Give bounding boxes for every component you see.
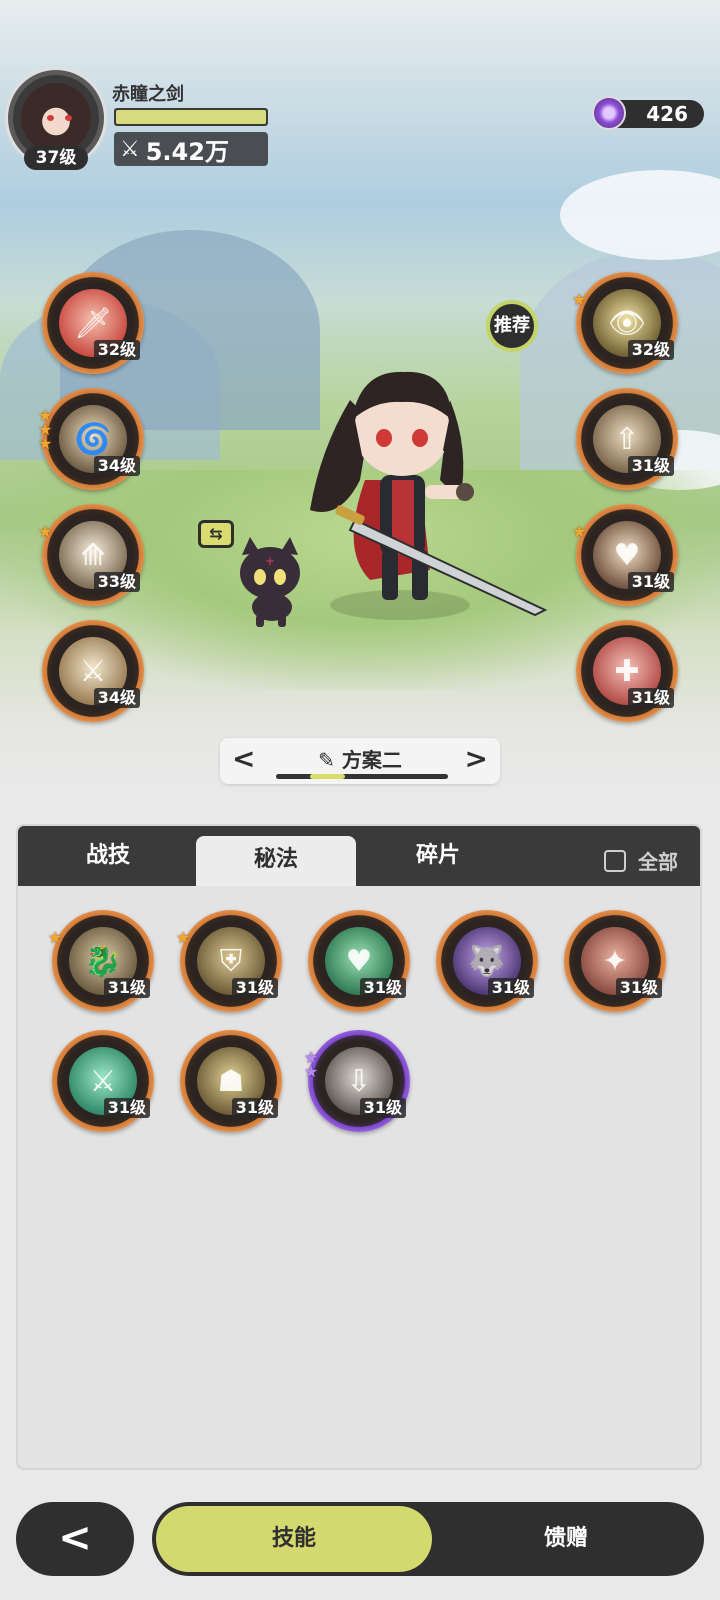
right-skill-slot[interactable]: ♥ 31级 ★ [572,504,678,606]
skill-level-label: 31级 [359,978,406,998]
left-skill-slot[interactable]: 🌀 34级 ★ ★ ★ [38,388,144,490]
show-all-checkbox[interactable] [604,849,626,872]
tab-gifts[interactable]: 馈赠 [432,1506,700,1572]
plan-name: 方案二 [341,748,402,772]
secret-skill-item[interactable]: ⛨ 31级 ★ [176,910,282,1012]
crystal-icon [592,96,626,130]
hero-character [310,371,548,617]
pet-cat[interactable]: + [228,535,312,631]
left-skill-slot[interactable]: 🗡 32级 [42,272,144,374]
secret-skill-item[interactable]: ⇩ 31级 ★ ★ [304,1030,410,1132]
plan-indicator-thumb [310,774,345,779]
skill-level-label: 31级 [231,1098,278,1118]
show-all-toggle[interactable]: 全部 [604,846,678,875]
svg-text:+: + [265,554,275,568]
left-skill-slot[interactable]: ⟰ 33级 ★ [38,504,144,606]
hp-fill [116,110,266,124]
tab-secret[interactable]: 秘法 [196,836,356,886]
bottom-nav: < 技能 馈赠 [0,1488,720,1600]
crossed-swords-icon: ⚔ [120,136,140,162]
secret-skill-item[interactable]: ✦ 31级 [564,910,666,1012]
skill-level-label: 31级 [487,978,534,998]
cloud-bg [560,170,720,260]
skill-level-label: 31级 [615,978,662,998]
skill-level-label: 32级 [93,340,140,360]
show-all-label: 全部 [638,850,678,874]
star-icon: ★ [304,1062,319,1081]
bottom-segment: 技能 馈赠 [152,1502,704,1576]
skill-level-label: 33级 [93,572,140,592]
secret-skill-item[interactable]: ☗ 31级 [180,1030,282,1132]
skill-level-label: 31级 [627,456,674,476]
tab-skills[interactable]: 技能 [156,1506,432,1572]
plan-label[interactable]: ✎ 方案二 [220,744,500,773]
player-level-badge: 37级 [24,146,88,170]
star-icon: ★ [176,928,191,947]
plan-next-button[interactable]: > [465,744,488,774]
skill-level-label: 34级 [93,456,140,476]
star-icon: ★ [572,290,587,309]
skill-level-label: 34级 [93,688,140,708]
plan-indicator [276,774,448,779]
right-skill-slot[interactable]: ✚ 31级 [576,620,678,722]
right-skill-slot[interactable]: 👁 32级 ★ [572,272,678,374]
secret-skill-item[interactable]: 🐺 31级 [436,910,538,1012]
star-icon: ★ [572,522,587,541]
secret-skill-item[interactable]: 🐉 31级 ★ [48,910,154,1012]
skill-level-label: 31级 [103,978,150,998]
skill-level-label: 31级 [359,1098,406,1118]
star-icon: ★ [48,928,63,947]
left-skill-slot[interactable]: ⚔ 34级 [42,620,144,722]
skill-level-label: 31级 [103,1098,150,1118]
edit-icon: ✎ [318,748,335,772]
skill-level-label: 31级 [231,978,278,998]
secret-skill-item[interactable]: ⚔ 31级 [52,1030,154,1132]
player-name: 赤瞳之剑 [112,84,184,105]
secret-skill-item[interactable]: ♥ 31级 [308,910,410,1012]
recommend-button[interactable]: 推荐 [486,300,538,352]
skill-level-label: 31级 [627,572,674,592]
skill-level-label: 31级 [627,688,674,708]
combat-power: ⚔ 5.42万 [114,132,268,166]
back-button[interactable]: < [16,1502,134,1576]
avatar-eye [65,115,72,121]
skill-tabbar: 战技 秘法 碎片 全部 [18,826,700,886]
tab-combat[interactable]: 战技 [38,826,178,886]
chevron-left-icon: < [58,1515,92,1561]
avatar-face [21,83,91,153]
skill-level-label: 32级 [627,340,674,360]
tab-fragments[interactable]: 碎片 [368,826,508,886]
combat-power-value: 5.42万 [145,137,229,166]
star-icon: ★ [38,522,53,541]
avatar-eye [47,115,54,121]
right-skill-slot[interactable]: ⇧ 31级 [576,388,678,490]
skill-panel: 战技 秘法 碎片 全部 🐉 31级 ★ ⛨ 31级 ★ ♥ 31级 🐺 31级 ✦ 31级 ⚔ 31级 ☗ 3… [16,824,702,1470]
player-hp-bar [114,108,268,126]
plan-selector: < ✎ 方案二 > [220,738,500,784]
star-icon: ★ [38,434,53,453]
